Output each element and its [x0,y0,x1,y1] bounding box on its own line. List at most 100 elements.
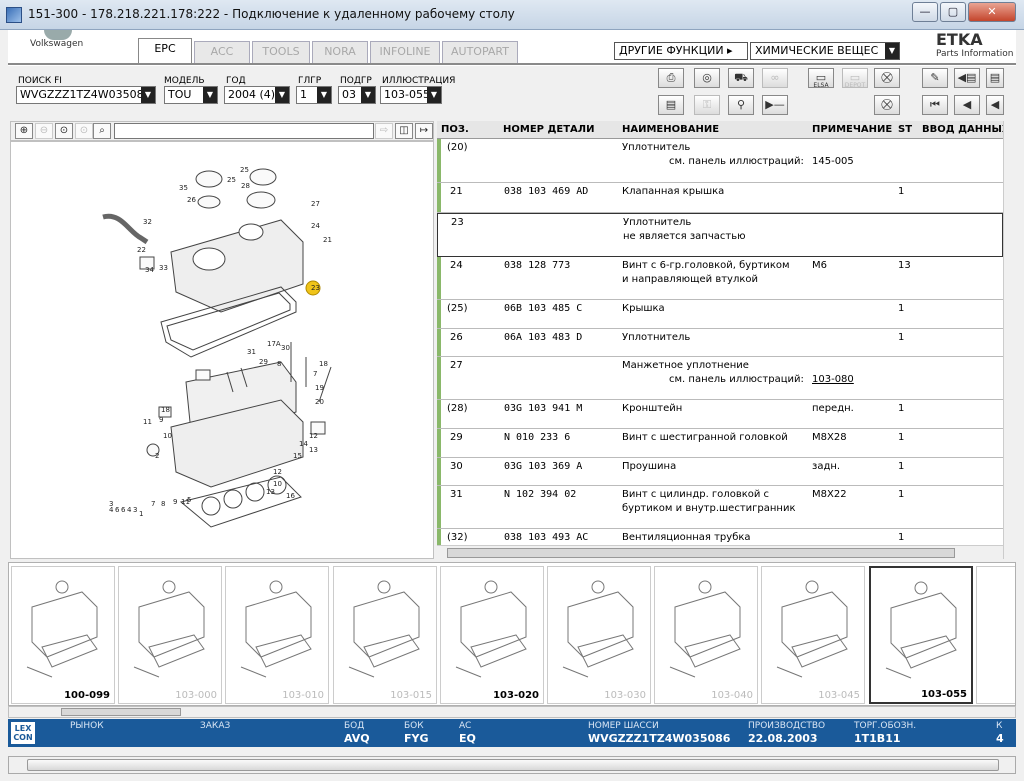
scroll-thumb[interactable] [447,548,955,558]
tab-acc[interactable]: ACC [194,41,250,63]
callout-label[interactable]: 21 [323,236,332,244]
pin-button[interactable]: ✎ [922,68,948,88]
callout-label[interactable]: 9 [173,498,177,506]
illustration-select[interactable]: 103-055 ▼ [380,86,442,104]
col-input[interactable]: ВВОД ДАННЫХ [922,124,1010,135]
callout-label[interactable]: 18 [161,406,170,414]
tab-infoline[interactable]: INFOLINE [370,41,440,63]
table-row[interactable]: 21 038 103 469 AD Клапанная крышка 1 [437,183,1003,213]
maximize-button[interactable]: ▢ [940,2,966,22]
cars-button[interactable]: ⛟ [728,68,754,88]
callout-label[interactable]: 10 [163,432,172,440]
thumbnail-103-010[interactable]: 103-010 [225,566,329,704]
glgr-select[interactable]: 1 ▼ [296,86,332,104]
table-row[interactable]: (28) 03G 103 941 M Кронштейн передн. 1 [437,400,1003,429]
thumbnail-103-045[interactable]: 103-045 [761,566,865,704]
play-button[interactable]: ▶— [762,95,788,115]
depot-button[interactable]: ▭ DEPOT [842,68,868,89]
thumbnail-103-040[interactable]: 103-040 [654,566,758,704]
tab-nora[interactable]: NORA [312,41,368,63]
search-fi-input[interactable]: WVGZZZ1TZ4W03508 ▼ [16,86,156,104]
callout-label[interactable]: 22 [137,246,146,254]
col-pos[interactable]: ПОЗ. [441,124,469,135]
table-row[interactable]: (32) 038 103 493 AC Вентиляционная трубк… [437,529,1003,545]
minimize-button[interactable]: — [912,2,938,22]
col-part-number[interactable]: НОМЕР ДЕТАЛИ [503,124,594,135]
year-select[interactable]: 2004 (4) ▼ [224,86,290,104]
callout-label[interactable]: 13 [266,488,275,496]
thumbnails-scrollbar[interactable] [8,706,1016,718]
zoom-in-button[interactable]: ⊕ [15,123,33,139]
note-link[interactable]: 103-080 [812,374,854,385]
callout-label[interactable]: 25 [240,166,249,174]
col-st[interactable]: ST [898,124,912,135]
cart-add-button[interactable]: ⛒ [874,68,900,88]
callout-label[interactable]: 8 [277,360,281,368]
thumbnail-103-020[interactable]: 103-020 [440,566,544,704]
list-button[interactable]: ▤ [986,68,1004,88]
callout-label[interactable]: 18 [319,360,328,368]
col-name[interactable]: НАИМЕНОВАНИЕ [622,124,719,135]
tab-tools[interactable]: TOOLS [252,41,310,63]
first-button[interactable]: ⏮ [922,95,948,115]
chemicals-select[interactable]: ХИМИЧЕСКИЕ ВЕЩЕС ▼ [750,42,900,60]
col-note[interactable]: ПРИМЕЧАНИЕ [812,124,892,135]
callout-label[interactable]: 15 [293,452,302,460]
callout-label[interactable]: 3 [133,506,137,514]
callout-label[interactable]: 34 [145,266,154,274]
callout-label[interactable]: 13 [309,446,318,454]
callout-label[interactable]: 19 [315,384,324,392]
export-button[interactable]: ⇨ [375,123,393,139]
callout-label[interactable]: 6 [121,506,126,514]
callout-label[interactable]: 8 [161,500,165,508]
callout-label[interactable]: 7 [151,500,155,508]
table-row[interactable]: 26 06A 103 483 D Уплотнитель 1 [437,329,1003,357]
table-row[interactable]: 30 03G 103 369 A Проушина задн. 1 [437,458,1003,486]
exploded-view-illustration[interactable]: 35 25 26 25 28 27 24 21 32 22 33 34 23 31 17A 29 8 30 7 19 1… [10,141,434,559]
illustration-search-input[interactable] [114,123,374,139]
prev-fast-button[interactable]: ◀ [986,95,1004,115]
other-functions-button[interactable]: ДРУГИЕ ФУНКЦИИ ▸ [614,42,748,60]
callout-label[interactable]: 28 [241,182,250,190]
table-row[interactable]: (20) Уплотнитель см. панель иллюстраций:… [437,139,1003,183]
callout-label[interactable]: 25 [227,176,236,184]
thumbnail-103-015[interactable]: 103-015 [333,566,437,704]
table-row-selected[interactable]: 23 Уплотнитель не является запчастью [437,213,1003,257]
callout-label[interactable]: 35 [179,184,188,192]
callout-label[interactable]: 2 [155,452,159,460]
zoom-fit-button[interactable]: ⊙ [55,123,73,139]
callout-label[interactable]: 30 [281,344,290,352]
scroll-thumb[interactable] [61,708,181,716]
zoom-area-button[interactable]: ⊙ [75,123,93,139]
thumbnail-103-030[interactable]: 103-030 [547,566,651,704]
cart-button[interactable]: ⛒ [874,95,900,115]
table-row[interactable]: 31 N 102 394 02 Винт с цилиндр. головкой… [437,486,1003,529]
thumbnail-partial[interactable] [976,566,1015,704]
callout-label[interactable]: 23 [311,284,320,292]
callout-label[interactable]: 24 [311,222,320,230]
callout-label[interactable]: 16 [286,492,295,500]
bike-button[interactable]: ⚲ [728,95,754,115]
callout-label[interactable]: 4 [109,506,114,514]
scroll-thumb[interactable] [27,759,999,771]
expand-button[interactable]: ↦ [415,123,433,139]
back-list-button[interactable]: ◀▤ [954,68,980,88]
search-button[interactable]: ⌕ [93,123,111,139]
zoom-out-button[interactable]: ⊖ [35,123,53,139]
callout-label[interactable]: 12 [273,468,282,476]
callout-label[interactable]: 31 [247,348,256,356]
close-button[interactable]: ✕ [968,2,1016,22]
tab-epc[interactable]: EPC [138,38,192,63]
callout-label[interactable]: 27 [311,200,320,208]
thumbnail-103-055[interactable]: 103-055 [869,566,973,704]
callout-label[interactable]: 33 [159,264,168,272]
model-select[interactable]: TOU ▼ [164,86,218,104]
thumbnail-100-099[interactable]: 100-099 [11,566,115,704]
callout-label[interactable]: 9 [159,416,163,424]
callout-label[interactable]: 29 [259,358,268,366]
callout-label[interactable]: 32 [143,218,152,226]
callout-label[interactable]: 11 [181,498,190,506]
print-button[interactable]: ⎙ [658,68,684,88]
link-button[interactable]: ∞ [762,68,788,88]
elsa-button[interactable]: ▭ ELSA [808,68,834,89]
